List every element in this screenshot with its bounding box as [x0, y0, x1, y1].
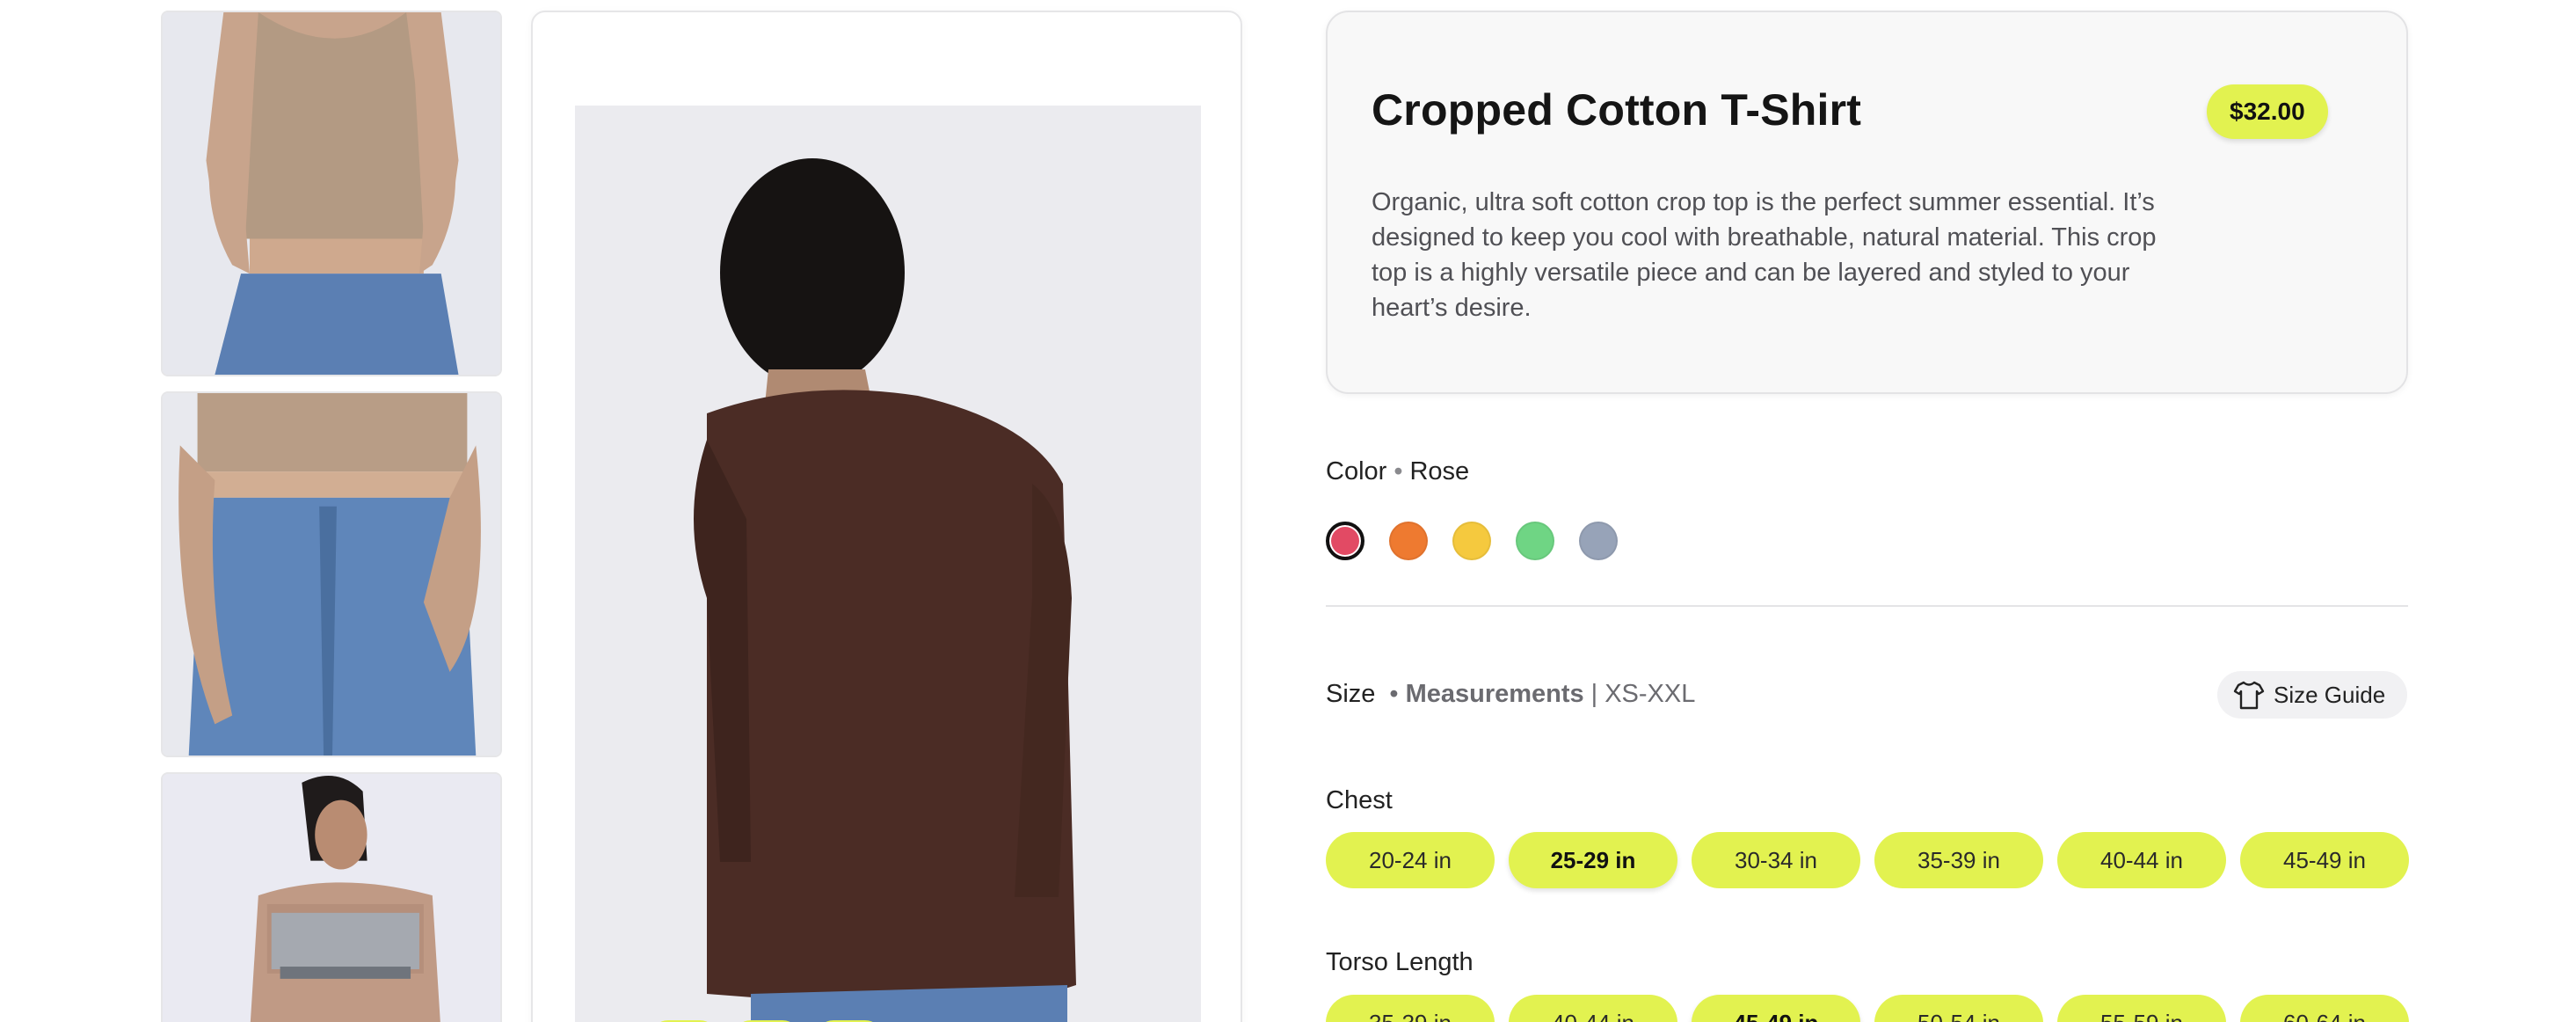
size-guide-button[interactable]: Size Guide	[2217, 671, 2407, 719]
size-label-text: Size	[1326, 680, 1376, 708]
torso-options: 35-39 in 40-44 in 45-49 in 50-54 in 55-5…	[1326, 995, 2409, 1022]
size-range: XS-XXL	[1605, 680, 1696, 708]
thumbnail-2[interactable]	[161, 391, 502, 757]
torso-option[interactable]: 55-59 in	[2057, 995, 2226, 1022]
color-label: Color • Rose	[1326, 457, 1469, 486]
color-label-text: Color	[1326, 457, 1387, 485]
thumbnail-2-image	[163, 393, 500, 756]
section-divider	[1326, 605, 2408, 607]
selected-color-name: Rose	[1409, 457, 1470, 485]
color-swatches	[1326, 522, 1618, 560]
chest-option[interactable]: 40-44 in	[2057, 832, 2226, 888]
torso-option-selected[interactable]: 45-49 in	[1692, 995, 1860, 1022]
main-product-photo	[575, 106, 1201, 1022]
chest-option[interactable]: 30-34 in	[1692, 832, 1860, 888]
swatch-green[interactable]	[1516, 522, 1554, 560]
main-product-image[interactable]	[575, 106, 1201, 1022]
product-description: Organic, ultra soft cotton crop top is t…	[1372, 188, 2157, 322]
torso-option[interactable]: 60-64 in	[2240, 995, 2409, 1022]
chest-title: Chest	[1326, 786, 1393, 814]
thumbnail-1[interactable]	[161, 11, 502, 376]
torso-option[interactable]: 40-44 in	[1509, 995, 1677, 1022]
price-badge: $32.00	[2207, 84, 2328, 139]
swatch-rose[interactable]	[1326, 522, 1364, 560]
product-title: Cropped Cotton T-Shirt	[1372, 85, 1862, 135]
thumbnail-3-image	[163, 774, 500, 1022]
torso-length-title: Torso Length	[1326, 948, 1474, 976]
swatch-orange[interactable]	[1389, 522, 1428, 560]
chest-options: 20-24 in 25-29 in 30-34 in 35-39 in 40-4…	[1326, 832, 2409, 888]
bullet-separator: •	[1394, 457, 1403, 485]
measurements-label: Measurements	[1405, 680, 1584, 708]
pipe-separator: |	[1590, 680, 1598, 708]
chest-option-selected[interactable]: 25-29 in	[1509, 832, 1677, 888]
tshirt-icon	[2233, 681, 2265, 710]
swatch-yellow[interactable]	[1452, 522, 1491, 560]
size-label: Size • Measurements | XS-XXL	[1326, 680, 1695, 709]
thumbnail-1-image	[163, 12, 500, 375]
swatch-slate[interactable]	[1579, 522, 1618, 560]
size-guide-label: Size Guide	[2274, 681, 2386, 708]
chest-option[interactable]: 20-24 in	[1326, 832, 1495, 888]
product-info-card: Cropped Cotton T-Shirt $32.00 Organic, u…	[1326, 11, 2408, 394]
chest-option[interactable]: 35-39 in	[1874, 832, 2043, 888]
torso-option[interactable]: 50-54 in	[1874, 995, 2043, 1022]
main-image-card	[531, 11, 1242, 1022]
bullet-separator: •	[1389, 680, 1399, 708]
thumbnail-3[interactable]	[161, 772, 502, 1022]
torso-option[interactable]: 35-39 in	[1326, 995, 1495, 1022]
chest-option[interactable]: 45-49 in	[2240, 832, 2409, 888]
